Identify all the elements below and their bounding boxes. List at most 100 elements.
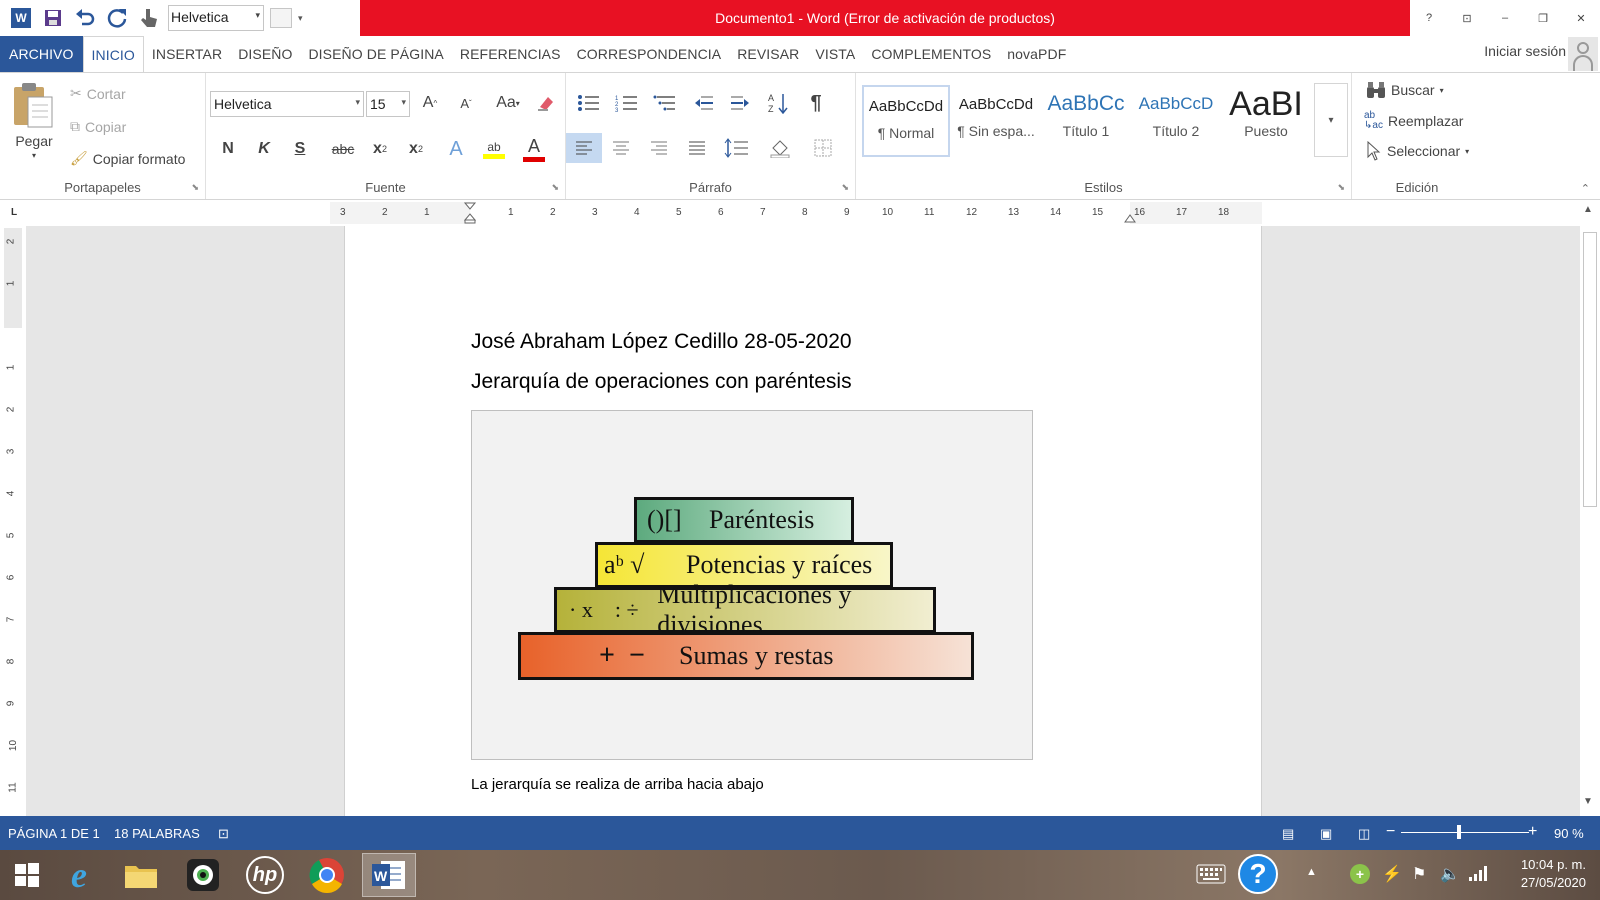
select-button[interactable]: Seleccionar ▾	[1366, 141, 1469, 161]
doc-line-title[interactable]: Jerarquía de operaciones con paréntesis	[471, 370, 852, 394]
font-color-button[interactable]: A	[520, 135, 548, 163]
grow-font-button[interactable]: A ^	[416, 89, 444, 117]
taskbar-clock[interactable]: 10:04 p. m. 27/05/2020	[1521, 856, 1586, 892]
change-case-button[interactable]: Aa ▾	[488, 89, 528, 117]
help-button[interactable]: ?	[1410, 0, 1448, 36]
collapse-ribbon-icon[interactable]: ⌃	[1581, 182, 1590, 195]
proofing-icon[interactable]: ⊡	[218, 826, 229, 842]
zoom-out-button[interactable]: −	[1386, 823, 1395, 841]
scrollbar-thumb[interactable]	[1583, 232, 1597, 507]
tab-insertar[interactable]: INSERTAR	[144, 36, 230, 72]
doc-line-author[interactable]: José Abraham López Cedillo 28-05-2020	[471, 330, 852, 354]
chrome-icon[interactable]	[300, 853, 354, 897]
tab-diseno-pagina[interactable]: DISEÑO DE PÁGINA	[300, 36, 451, 72]
minimize-button[interactable]: –	[1486, 0, 1524, 36]
line-spacing-icon[interactable]	[718, 133, 758, 163]
justify-icon[interactable]	[680, 133, 714, 163]
find-button[interactable]: Buscar ▾	[1366, 81, 1444, 99]
tab-archivo[interactable]: ARCHIVO	[0, 36, 83, 72]
style-titulo-1[interactable]: AaBbCc Título 1	[1042, 85, 1130, 157]
qat-font-selector[interactable]: Helvetica	[168, 5, 264, 31]
style-puesto[interactable]: AaBI Puesto	[1222, 85, 1310, 157]
zoom-in-button[interactable]: +	[1528, 823, 1537, 841]
dialog-launcher-icon[interactable]: ⬊	[191, 182, 199, 193]
web-layout-icon[interactable]: ◫	[1358, 826, 1370, 842]
style-sin-espaciado[interactable]: AaBbCcDd ¶ Sin espa...	[952, 85, 1040, 157]
tab-vista[interactable]: VISTA	[807, 36, 863, 72]
style-titulo-2[interactable]: AaBbCcD Título 2	[1132, 85, 1220, 157]
page-count[interactable]: PÁGINA 1 DE 1	[8, 826, 100, 841]
print-layout-icon[interactable]: ▣	[1320, 826, 1332, 842]
redo-icon[interactable]	[104, 5, 130, 31]
avatar[interactable]	[1568, 37, 1598, 71]
webcam-app-icon[interactable]	[176, 853, 230, 897]
styles-more-icon[interactable]: ▾	[1314, 83, 1348, 157]
font-size-combo[interactable]: 15	[366, 91, 410, 117]
tab-novapdf[interactable]: novaPDF	[999, 36, 1074, 72]
keyboard-icon[interactable]	[1196, 864, 1226, 889]
dialog-launcher-icon[interactable]: ⬊	[841, 182, 849, 193]
close-button[interactable]: ✕	[1562, 0, 1600, 36]
tab-diseno[interactable]: DISEÑO	[230, 36, 300, 72]
pyramid-image[interactable]: ()[] Paréntesis aᵇ √ Potencias y raíces …	[471, 410, 1033, 760]
increase-indent-icon[interactable]	[726, 89, 754, 117]
ribbon-display-button[interactable]: ⊡	[1448, 0, 1486, 36]
align-right-icon[interactable]	[642, 133, 676, 163]
superscript-button[interactable]: x2	[402, 135, 430, 163]
paste-dropdown-icon[interactable]: ▾	[32, 151, 36, 160]
numbering-icon[interactable]: 123	[610, 89, 644, 117]
tab-inicio[interactable]: INICIO	[82, 36, 144, 73]
save-icon[interactable]	[40, 5, 66, 31]
restore-button[interactable]: ❐	[1524, 0, 1562, 36]
cut-button[interactable]: ✂ Cortar	[70, 85, 126, 102]
hp-icon[interactable]: hp	[238, 853, 292, 897]
text-effects-button[interactable]: A	[442, 135, 470, 163]
tab-correspondencia[interactable]: CORRESPONDENCIA	[569, 36, 730, 72]
clear-format-icon[interactable]	[532, 89, 560, 117]
zoom-level[interactable]: 90 %	[1554, 826, 1584, 841]
underline-button[interactable]: S	[286, 135, 314, 163]
qat-customize-icon[interactable]: ▾	[298, 13, 303, 24]
sort-icon[interactable]: AZ	[764, 89, 792, 117]
copy-button[interactable]: ⧉ Copiar	[70, 118, 126, 135]
indent-marker-icon[interactable]	[464, 202, 476, 224]
file-explorer-icon[interactable]	[114, 853, 168, 897]
align-left-icon[interactable]	[566, 133, 602, 163]
tab-referencias[interactable]: REFERENCIAS	[452, 36, 569, 72]
tab-revisar[interactable]: REVISAR	[729, 36, 807, 72]
zoom-slider-thumb[interactable]	[1457, 825, 1461, 839]
windows-start-icon[interactable]	[0, 853, 54, 897]
bold-button[interactable]: N	[214, 135, 242, 163]
internet-explorer-icon[interactable]: e	[52, 853, 106, 897]
highlight-button[interactable]: ab	[480, 135, 508, 163]
show-marks-icon[interactable]: ¶	[802, 89, 830, 117]
shading-icon[interactable]	[762, 133, 800, 163]
undo-icon[interactable]	[72, 5, 98, 31]
read-mode-icon[interactable]: ▤	[1282, 826, 1294, 842]
strikethrough-button[interactable]: abc	[326, 135, 360, 163]
borders-icon[interactable]	[806, 133, 840, 163]
touch-mode-icon[interactable]	[136, 5, 162, 31]
tab-selector[interactable]: L	[4, 202, 24, 222]
multilevel-list-icon[interactable]	[648, 89, 682, 117]
font-family-combo[interactable]: Helvetica	[210, 91, 364, 117]
paste-button[interactable]: Pegar ▾	[12, 81, 56, 160]
tray-plus-icon[interactable]: +	[1350, 864, 1370, 884]
align-center-icon[interactable]	[604, 133, 638, 163]
vertical-scrollbar[interactable]: ▲ ▼	[1580, 200, 1600, 816]
word-app-icon[interactable]: W	[8, 5, 34, 31]
network-signal-icon[interactable]	[1468, 864, 1488, 882]
vertical-ruler[interactable]: 2 1 1 2 3 4 5 6 7 8 9 10 11	[4, 228, 22, 798]
zoom-slider[interactable]	[1401, 832, 1529, 833]
qat-color-swatch[interactable]	[270, 8, 292, 28]
tray-expand-icon[interactable]: ▲	[1306, 866, 1317, 878]
signin-link[interactable]: Iniciar sesión	[1484, 43, 1566, 59]
horizontal-ruler[interactable]: 3 2 1 1 2 3 4 5 6 7 8 9 10 11 12 13 14 1…	[330, 202, 1262, 224]
word-count[interactable]: 18 PALABRAS	[114, 826, 200, 841]
help-circle-icon[interactable]: ?	[1238, 854, 1278, 894]
dialog-launcher-icon[interactable]: ⬊	[551, 182, 559, 193]
decrease-indent-icon[interactable]	[690, 89, 718, 117]
volume-icon[interactable]: 🔈	[1440, 864, 1460, 884]
power-icon[interactable]: ⚡	[1382, 864, 1402, 884]
dialog-launcher-icon[interactable]: ⬊	[1337, 182, 1345, 193]
